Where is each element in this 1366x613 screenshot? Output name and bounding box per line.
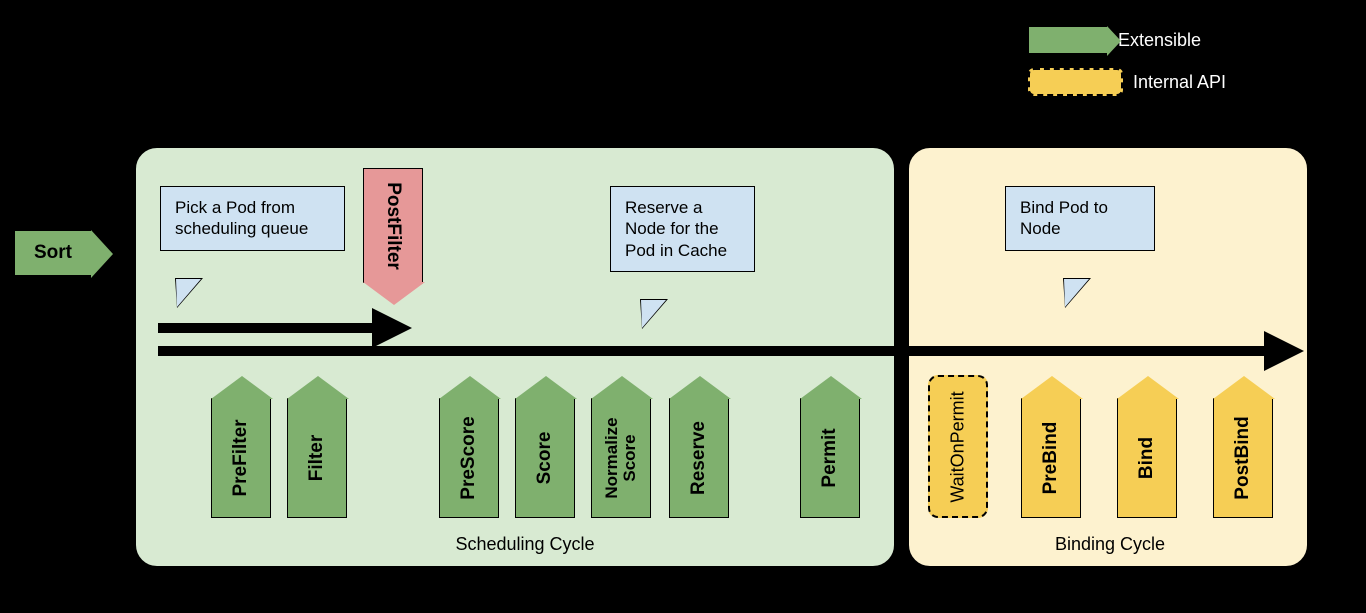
legend-swatch-internal-icon xyxy=(1028,68,1123,96)
stage-bind: Bind xyxy=(1117,398,1177,518)
legend-internal: Internal API xyxy=(1028,68,1226,96)
stage-prebind-label: PreBind xyxy=(1040,422,1062,495)
legend-swatch-extensible-icon xyxy=(1028,26,1108,54)
stage-score: Score xyxy=(515,398,575,518)
callout-bind: Bind Pod to Node xyxy=(1005,186,1155,251)
callout-pick-pod: Pick a Pod from scheduling queue xyxy=(160,186,345,251)
callout-bind-text: Bind Pod to Node xyxy=(1020,198,1108,238)
stage-filter: Filter xyxy=(287,398,347,518)
stage-wait-on-permit: WaitOnPermit xyxy=(928,375,988,518)
legend-extensible-label: Extensible xyxy=(1118,30,1201,51)
sort-arrow: Sort xyxy=(14,230,92,276)
stage-postbind: PostBind xyxy=(1213,398,1273,518)
stage-postbind-label: PostBind xyxy=(1232,416,1254,499)
stage-filter-label: Filter xyxy=(306,435,328,481)
axis-main-arrow-icon xyxy=(158,346,1266,356)
stage-prefilter: PreFilter xyxy=(211,398,271,518)
axis-short-arrow-icon xyxy=(158,323,374,333)
callout-reserve-text: Reserve a Node for the Pod in Cache xyxy=(625,198,727,260)
binding-cycle-label: Binding Cycle xyxy=(960,534,1260,555)
stage-prescore: PreScore xyxy=(439,398,499,518)
stage-postfilter: PostFilter xyxy=(363,168,423,283)
stage-prebind: PreBind xyxy=(1021,398,1081,518)
stage-normalize-score-label: Normalize Score xyxy=(603,417,639,498)
stage-prefilter-label: PreFilter xyxy=(230,419,252,496)
legend-internal-label: Internal API xyxy=(1133,72,1226,93)
stage-bind-label: Bind xyxy=(1136,437,1158,479)
stage-permit-label: Permit xyxy=(819,428,841,487)
stage-reserve: Reserve xyxy=(669,398,729,518)
sort-label: Sort xyxy=(34,242,72,264)
callout-pick-pod-text: Pick a Pod from scheduling queue xyxy=(175,198,308,238)
legend-extensible: Extensible xyxy=(1028,26,1201,54)
stage-score-label: Score xyxy=(534,432,556,485)
stage-permit: Permit xyxy=(800,398,860,518)
stage-postfilter-label: PostFilter xyxy=(382,182,404,270)
stage-prescore-label: PreScore xyxy=(458,416,480,499)
scheduling-cycle-label: Scheduling Cycle xyxy=(375,534,675,555)
stage-normalize-score: Normalize Score xyxy=(591,398,651,518)
stage-wait-on-permit-label: WaitOnPermit xyxy=(948,391,969,502)
stage-reserve-label: Reserve xyxy=(688,421,710,495)
callout-reserve: Reserve a Node for the Pod in Cache xyxy=(610,186,755,272)
